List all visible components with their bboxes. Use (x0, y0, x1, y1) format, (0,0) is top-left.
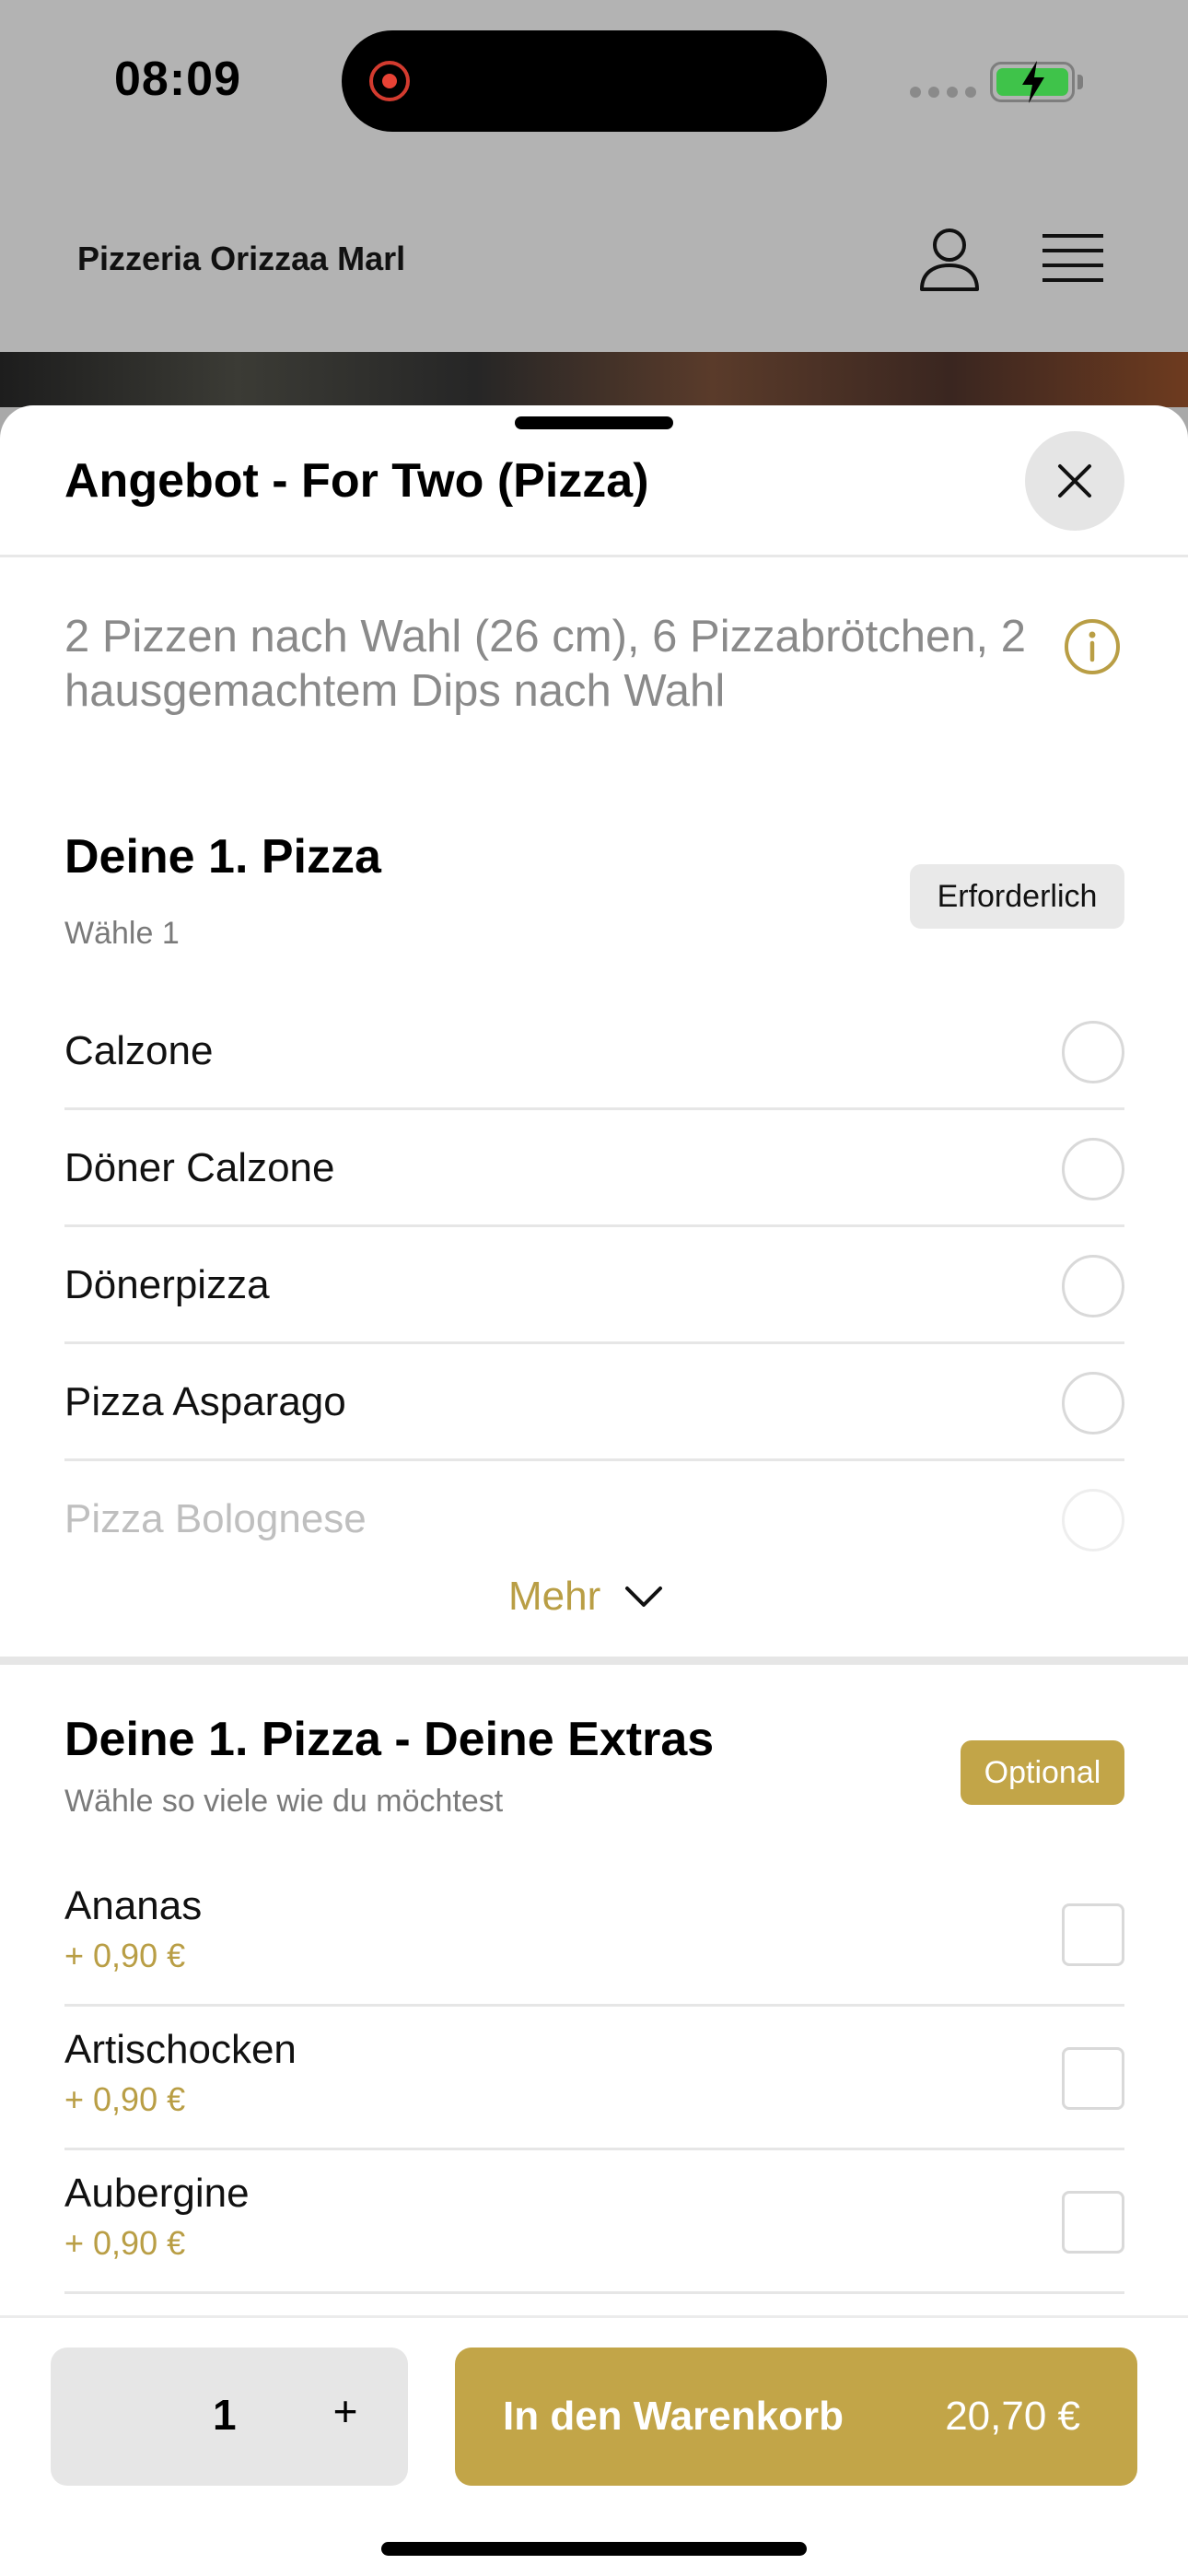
extra-option[interactable]: Aubergine + 0,90 € (64, 2150, 1124, 2294)
add-to-cart-button[interactable]: In den Warenkorb 20,70 € (455, 2348, 1137, 2486)
checkbox[interactable] (1062, 2191, 1124, 2254)
close-icon (1058, 464, 1091, 498)
cart-total-price: 20,70 € (945, 2394, 1080, 2439)
section-subtitle-first-pizza: Wähle 1 (64, 916, 180, 951)
quantity-stepper[interactable]: 1 + (51, 2348, 408, 2486)
extra-price: + 0,90 € (64, 2080, 186, 2118)
add-to-cart-label: In den Warenkorb (503, 2394, 844, 2439)
radio-button[interactable] (1062, 1021, 1124, 1083)
pizza-option[interactable]: Dönerpizza (64, 1227, 1124, 1344)
product-sheet: Angebot - For Two (Pizza) 2 Pizzen nach … (0, 405, 1188, 2576)
option-label: Döner Calzone (64, 1145, 335, 1190)
pizza-option[interactable]: Calzone (64, 993, 1124, 1110)
show-more-label: Mehr (508, 1574, 601, 1619)
extra-label: Artischocken (64, 2027, 297, 2072)
extra-option[interactable]: Ananas + 0,90 € (64, 1863, 1124, 2007)
hero-image (0, 352, 1188, 407)
recording-indicator-icon (369, 61, 410, 101)
section-title-extras: Deine 1. Pizza - Deine Extras (64, 1713, 715, 1766)
show-more-button[interactable]: Mehr (508, 1574, 663, 1620)
info-icon[interactable] (1063, 617, 1122, 676)
extra-label: Ananas (64, 1883, 203, 1928)
sheet-title: Angebot - For Two (Pizza) (64, 454, 649, 508)
section-subtitle-extras: Wähle so viele wie du möchtest (64, 1784, 504, 1819)
radio-button[interactable] (1062, 1489, 1124, 1551)
chevron-down-icon (625, 1587, 663, 1607)
option-label: Pizza Asparago (64, 1379, 346, 1424)
status-bar: 08:09 (0, 0, 1188, 166)
restaurant-name: Pizzeria Orizzaa Marl (77, 240, 406, 277)
close-button[interactable] (1025, 431, 1124, 531)
option-label: Dönerpizza (64, 1262, 270, 1307)
checkbox[interactable] (1062, 2047, 1124, 2110)
extra-price: + 0,90 € (64, 1937, 186, 1974)
divider (0, 555, 1188, 557)
option-label: Pizza Bolognese (64, 1496, 367, 1541)
quantity-value: 1 (213, 2391, 237, 2439)
bottom-action-bar: 1 + In den Warenkorb 20,70 € (0, 2315, 1188, 2576)
app-header: Pizzeria Orizzaa Marl (0, 166, 1188, 352)
required-badge: Erforderlich (910, 864, 1124, 929)
section-title-first-pizza: Deine 1. Pizza (64, 830, 381, 884)
checkbox[interactable] (1062, 1903, 1124, 1966)
increment-button[interactable]: + (318, 2386, 373, 2436)
status-time: 08:09 (114, 53, 241, 106)
radio-button[interactable] (1062, 1372, 1124, 1434)
sheet-grabber[interactable] (515, 416, 673, 429)
extra-label: Aubergine (64, 2171, 250, 2216)
dynamic-island (342, 30, 827, 132)
pizza-option[interactable]: Döner Calzone (64, 1110, 1124, 1227)
charging-bolt-icon (1022, 61, 1044, 103)
radio-button[interactable] (1062, 1138, 1124, 1200)
home-indicator[interactable] (381, 2542, 807, 2556)
pizza-option[interactable]: Pizza Asparago (64, 1344, 1124, 1461)
cellular-signal-icon (910, 87, 976, 98)
optional-badge: Optional (961, 1740, 1124, 1805)
product-description: 2 Pizzen nach Wahl (26 cm), 6 Pizzabrötc… (64, 612, 1027, 716)
pizza-option[interactable]: Pizza Bolognese (64, 1461, 1124, 1578)
option-label: Calzone (64, 1028, 214, 1073)
user-account-icon[interactable] (917, 227, 982, 293)
hamburger-menu-icon[interactable] (1042, 232, 1103, 284)
extra-option[interactable]: Artischocken + 0,90 € (64, 2007, 1124, 2150)
extra-price: + 0,90 € (64, 2224, 186, 2262)
section-divider (0, 1657, 1188, 1665)
radio-button[interactable] (1062, 1255, 1124, 1317)
